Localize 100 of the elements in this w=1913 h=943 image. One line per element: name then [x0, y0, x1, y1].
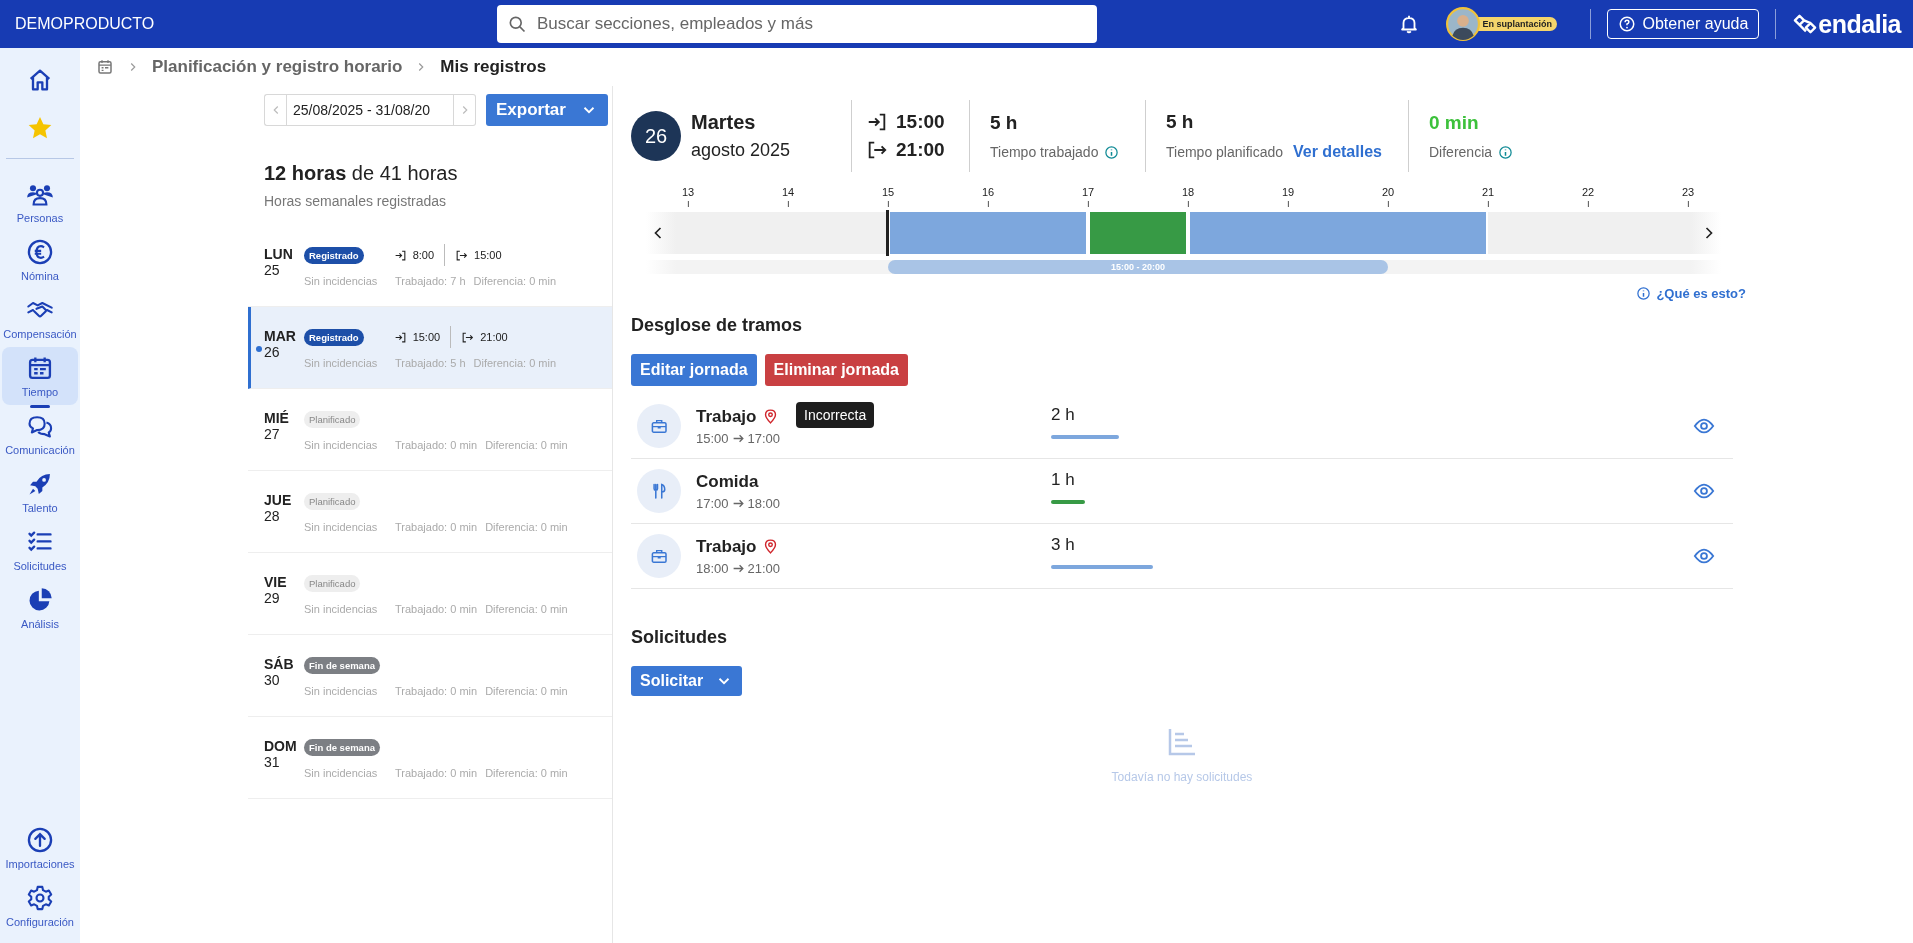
weekday-label: SÁB	[264, 655, 295, 672]
incidents-text: Sin incidencias	[304, 603, 379, 615]
segment-name: Trabajo	[696, 406, 757, 427]
sidebar-item[interactable]: Análisis	[2, 579, 78, 637]
export-button[interactable]: Exportar	[486, 94, 608, 126]
hour-label: 13	[681, 186, 695, 198]
start-time: 17:00	[696, 495, 729, 511]
status-badge: Fin de semana	[304, 738, 380, 756]
worked-text: Trabajado: 0 min	[395, 521, 478, 533]
day-row[interactable]: MIÉ 27 Planificado Sin incidencias Trabajado: 0 min Diferencia: 0 min	[248, 389, 612, 471]
date-range-field[interactable]: 25/08/2025 - 31/08/20	[286, 94, 454, 126]
duration-bar	[1051, 435, 1119, 439]
edit-day-button[interactable]: Editar jornada	[631, 354, 757, 386]
day-row[interactable]: DOM 31 Fin de semana Sin incidencias Trabajado: 0 min Diferencia: 0 min	[248, 717, 612, 799]
section-title: Solicitudes	[631, 627, 729, 648]
worked-text: Trabajado: 0 min	[395, 767, 478, 779]
sidebar-item[interactable]: Personas	[2, 173, 78, 231]
day-row[interactable]: JUE 28 Planificado Sin incidencias Trabajado: 0 min Diferencia: 0 min	[248, 471, 612, 553]
weekday-label: MAR	[264, 327, 297, 344]
worked-text: Trabajado: 0 min	[395, 439, 478, 451]
cutlery-icon	[637, 469, 681, 513]
breadcrumb-link[interactable]: Mis registros	[440, 57, 547, 77]
segment-row[interactable]: Trabajo Incorrecta 15:00 17:00 2 h	[631, 394, 1733, 459]
user-avatar[interactable]	[1446, 7, 1481, 41]
status-badge: Fin de semana	[304, 656, 380, 674]
delete-day-button[interactable]: Eliminar jornada	[764, 354, 908, 386]
incidents-text: Sin incidencias	[304, 767, 379, 779]
clock-out-time: 21:00	[896, 139, 945, 161]
request-button[interactable]: Solicitar	[631, 666, 743, 696]
difference-text: Diferencia: 0 min	[485, 439, 568, 451]
logo-text: endalia	[1818, 9, 1901, 39]
incidents-text: Sin incidencias	[304, 521, 379, 533]
empty-state-text: Todavía no hay solicitudes	[1111, 770, 1253, 784]
start-time: 15:00	[696, 430, 729, 446]
sidebar-item[interactable]: Importaciones	[2, 819, 78, 877]
search-field[interactable]: Buscar secciones, empleados y más	[497, 5, 1097, 43]
worked-value: 5 h	[990, 112, 1019, 134]
hour-label: 23	[1681, 186, 1695, 198]
hour-label: 16	[981, 186, 995, 198]
day-row[interactable]: MAR 26 Registrado 15:00 21:00 Sin incidencias Trabajado: 5 h Diferencia: 0 min	[248, 307, 612, 389]
sidebar-item[interactable]: Solicitudes	[2, 521, 78, 579]
day-number: 28	[264, 507, 281, 524]
day-row[interactable]: VIE 29 Planificado Sin incidencias Trabajado: 0 min Diferencia: 0 min	[248, 553, 612, 635]
clock-in-icon	[393, 248, 407, 262]
euro-icon	[26, 238, 54, 266]
day-number-badge: 26	[631, 111, 681, 161]
clock-out-time: 15:00	[474, 249, 502, 261]
clock-out-icon	[455, 248, 469, 262]
incidents-text: Sin incidencias	[304, 439, 379, 451]
sidebar-item[interactable]: Nómina	[2, 231, 78, 289]
planned-label: Tiempo planificado	[1166, 144, 1283, 160]
brand-name: DEMOPRODUCTO	[15, 15, 156, 33]
difference-text: Diferencia: 0 min	[485, 685, 568, 697]
segment-row[interactable]: Comida 17:00 18:00 1 h	[631, 459, 1733, 524]
day-number: 26	[264, 343, 281, 360]
weekly-hours-total: 12 horas de 41 horas	[263, 162, 459, 185]
hour-label: 20	[1381, 186, 1395, 198]
upload-icon	[26, 826, 54, 854]
planned-value: 5 h	[1166, 111, 1195, 133]
clock-out-icon	[461, 330, 475, 344]
hour-label: 15	[881, 186, 895, 198]
incidents-text: Sin incidencias	[304, 685, 379, 697]
weekday-title: Martes	[691, 111, 757, 134]
sidebar-item[interactable]: Configuración	[2, 877, 78, 935]
sidebar-item[interactable]: Tiempo	[2, 347, 78, 405]
settings-icon	[26, 884, 54, 912]
hour-label: 17	[1081, 186, 1095, 198]
info-icon[interactable]	[1498, 144, 1514, 160]
hour-label: 19	[1281, 186, 1295, 198]
duration-text: 2 h	[1051, 405, 1076, 425]
day-number: 30	[264, 671, 281, 688]
selection-dot	[256, 346, 262, 352]
segment-row[interactable]: Trabajo 18:00 21:00 3 h	[631, 524, 1733, 589]
time-block[interactable]	[1088, 212, 1188, 254]
difference-text: Diferencia: 0 min	[485, 521, 568, 533]
worked-text: Trabajado: 7 h	[395, 275, 466, 287]
sidebar-item[interactable]: Talento	[2, 463, 78, 521]
briefcase-icon	[637, 404, 681, 448]
logo-icon	[1792, 13, 1819, 35]
info-icon[interactable]	[1104, 144, 1120, 160]
weekday-label: JUE	[264, 491, 293, 508]
tooltip: Incorrecta	[796, 401, 875, 428]
day-row[interactable]: SÁB 30 Fin de semana Sin incidencias Trabajado: 0 min Diferencia: 0 min	[248, 635, 612, 717]
clock-in-time: 15:00	[412, 331, 441, 343]
sidebar-item[interactable]: Compensación	[2, 289, 78, 347]
day-number: 31	[264, 753, 281, 770]
help-button[interactable]: Obtener ayuda	[1607, 9, 1760, 39]
status-badge: Planificado	[304, 574, 361, 592]
duration-text: 3 h	[1051, 535, 1076, 555]
duration-text: 1 h	[1051, 470, 1076, 490]
weekday-label: VIE	[264, 573, 288, 590]
help-link[interactable]: ¿Qué es esto?	[1636, 286, 1746, 301]
incidents-text: Sin incidencias	[304, 275, 379, 287]
details-link[interactable]: Ver detalles	[1293, 143, 1382, 161]
segment-name: Trabajo	[696, 536, 757, 557]
difference-text: Diferencia: 0 min	[473, 357, 557, 369]
breadcrumb-link[interactable]: Planificación y registro horario	[152, 57, 403, 77]
worked-label: Tiempo trabajado	[990, 144, 1099, 160]
sidebar-item[interactable]: Comunicación	[2, 405, 78, 463]
section-title: Desglose de tramos	[631, 315, 804, 336]
